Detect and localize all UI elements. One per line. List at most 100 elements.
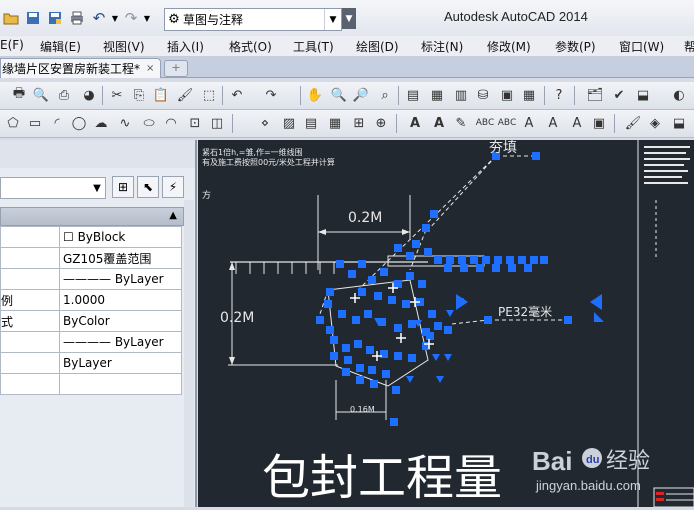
print-icon[interactable]: [66, 7, 88, 29]
markup-icon[interactable]: ▣: [498, 86, 516, 104]
redo-icon[interactable]: ↷: [120, 7, 142, 29]
design-center-icon[interactable]: ▦: [428, 86, 446, 104]
text-icon[interactable]: A: [430, 114, 448, 132]
convert-text-icon[interactable]: ▣: [590, 114, 608, 132]
undo-dropdown-icon[interactable]: ▼: [110, 7, 120, 29]
zoom-previous-icon[interactable]: ⌕: [376, 86, 394, 104]
workspace-selector[interactable]: ⚙ 草图与注释 ▼: [164, 8, 342, 31]
menu-window[interactable]: 窗口(W): [619, 38, 664, 55]
point-icon[interactable]: ⋄: [256, 114, 274, 132]
new-tab-button[interactable]: +: [164, 60, 188, 77]
palette-scrollbar[interactable]: [184, 200, 194, 507]
menu-parametric[interactable]: 参数(P): [555, 38, 596, 55]
sheet-set-icon[interactable]: ⛁: [474, 86, 492, 104]
layer-walk-icon[interactable]: ◈: [646, 114, 664, 132]
revcloud-icon[interactable]: ☁: [92, 114, 110, 132]
table-row[interactable]: ☐ ByBlock: [0, 226, 182, 248]
print-preview-icon[interactable]: 🔍: [32, 86, 50, 104]
match-properties-icon[interactable]: 🖌: [176, 86, 194, 104]
table-row[interactable]: ———— ByLayer: [0, 331, 182, 353]
save-icon[interactable]: [22, 7, 44, 29]
copy-icon[interactable]: ⎘: [130, 86, 148, 104]
calculator-icon[interactable]: ▦: [520, 86, 538, 104]
table-row[interactable]: GZ105覆盖范围: [0, 247, 182, 269]
arc-icon[interactable]: ◜: [48, 114, 66, 132]
add-selected-icon[interactable]: ⊕: [372, 114, 390, 132]
undo-icon[interactable]: ↶: [228, 86, 246, 104]
property-value[interactable]: ———— ByLayer: [59, 268, 182, 290]
edit-text-icon[interactable]: ✎: [452, 114, 470, 132]
menu-modify[interactable]: 修改(M): [487, 38, 531, 55]
chevron-down-icon[interactable]: ▼: [324, 9, 341, 30]
table-row[interactable]: ———— ByLayer: [0, 268, 182, 290]
layer-state-icon[interactable]: ◐: [670, 86, 688, 104]
property-value[interactable]: ByColor: [59, 310, 182, 332]
object-type-select[interactable]: ▼: [0, 177, 106, 199]
quick-select-button[interactable]: ⚡: [162, 176, 184, 198]
spell-check-icon[interactable]: ABC: [498, 114, 516, 132]
property-value[interactable]: ☐ ByBlock: [59, 226, 182, 248]
paste-icon[interactable]: 📋: [152, 86, 170, 104]
drawing-canvas[interactable]: 紧石1倍h,=雏,作=一维线围 有及施工费按照00元/米处工程并计算 方 0.2…: [198, 140, 694, 508]
gradient-icon[interactable]: ▤: [302, 114, 320, 132]
zoom-window-icon[interactable]: 🔎: [352, 86, 370, 104]
insert-block-icon[interactable]: ⊡: [186, 114, 204, 132]
general-section-header[interactable]: ▲: [0, 207, 184, 226]
undo-icon[interactable]: ↶: [88, 7, 110, 29]
menu-draw[interactable]: 绘图(D): [356, 38, 399, 55]
table-row[interactable]: [0, 373, 182, 395]
spline-icon[interactable]: ∿: [116, 114, 134, 132]
pan-icon[interactable]: ✋: [306, 86, 324, 104]
table-icon[interactable]: ▦: [326, 114, 344, 132]
print-icon[interactable]: 🖶: [10, 86, 28, 104]
redo-icon[interactable]: ↷: [262, 86, 280, 104]
publish-icon[interactable]: ⎙: [55, 86, 73, 104]
layer-properties-icon[interactable]: 🗂: [586, 86, 604, 104]
property-value[interactable]: 1.0000: [59, 289, 182, 311]
text-style-icon[interactable]: A: [520, 114, 538, 132]
menu-tools[interactable]: 工具(T): [293, 38, 334, 55]
menu-dimension[interactable]: 标注(N): [421, 38, 463, 55]
find-text-icon[interactable]: ABC: [476, 114, 494, 132]
cut-icon[interactable]: ✂: [108, 86, 126, 104]
multiline-text-icon[interactable]: A: [406, 114, 424, 132]
help-icon[interactable]: ?: [550, 86, 568, 104]
property-value[interactable]: [59, 373, 182, 395]
hatch-icon[interactable]: ▨: [280, 114, 298, 132]
menu-help[interactable]: 帮: [684, 38, 694, 55]
table-row[interactable]: 式 ByColor: [0, 310, 182, 332]
rectangle-icon[interactable]: ▭: [26, 114, 44, 132]
chevron-down-icon[interactable]: ▼: [89, 178, 105, 198]
table-row[interactable]: ByLayer: [0, 352, 182, 374]
open-folder-icon[interactable]: [0, 7, 22, 29]
redo-dropdown-icon[interactable]: ▼: [142, 7, 152, 29]
layer-isolate-icon[interactable]: ⬓: [670, 114, 688, 132]
collapse-icon[interactable]: ▲: [169, 210, 177, 221]
menu-insert[interactable]: 插入(I): [167, 38, 204, 55]
layer-previous-icon[interactable]: ⬓: [634, 86, 652, 104]
make-block-icon[interactable]: ◫: [208, 114, 226, 132]
property-value[interactable]: GZ105覆盖范围: [59, 247, 182, 269]
menu-view[interactable]: 视图(V): [103, 38, 145, 55]
menu-format[interactable]: 格式(O): [229, 38, 272, 55]
drawing-svg[interactable]: 紧石1倍h,=雏,作=一维线围 有及施工费按照00元/米处工程并计算 方 0.2…: [198, 140, 694, 508]
scale-text-icon[interactable]: A: [544, 114, 562, 132]
brush-icon[interactable]: 🖌: [624, 114, 642, 132]
menu-edit[interactable]: 编辑(E): [40, 38, 81, 55]
block-editor-icon[interactable]: ⬚: [200, 86, 218, 104]
menu-file[interactable]: E(F): [0, 38, 24, 52]
properties-icon[interactable]: ▤: [404, 86, 422, 104]
polygon-icon[interactable]: ⬠: [4, 114, 22, 132]
property-value[interactable]: ByLayer: [59, 352, 182, 374]
property-value[interactable]: ———— ByLayer: [59, 331, 182, 353]
ellipse-arc-icon[interactable]: ◠: [162, 114, 180, 132]
select-objects-button[interactable]: ⬉: [137, 176, 159, 198]
justify-text-icon[interactable]: A: [568, 114, 586, 132]
tool-palettes-icon[interactable]: ▥: [452, 86, 470, 104]
region-icon[interactable]: ⊞: [350, 114, 368, 132]
qat-customize-button[interactable]: ▼: [342, 8, 356, 29]
close-icon[interactable]: ×: [146, 63, 154, 74]
tab-drawing[interactable]: 缘墙片区安置房新装工程* ×: [0, 58, 161, 78]
3d-dwf-icon[interactable]: ◕: [80, 86, 98, 104]
ellipse-icon[interactable]: ⬭: [140, 114, 158, 132]
